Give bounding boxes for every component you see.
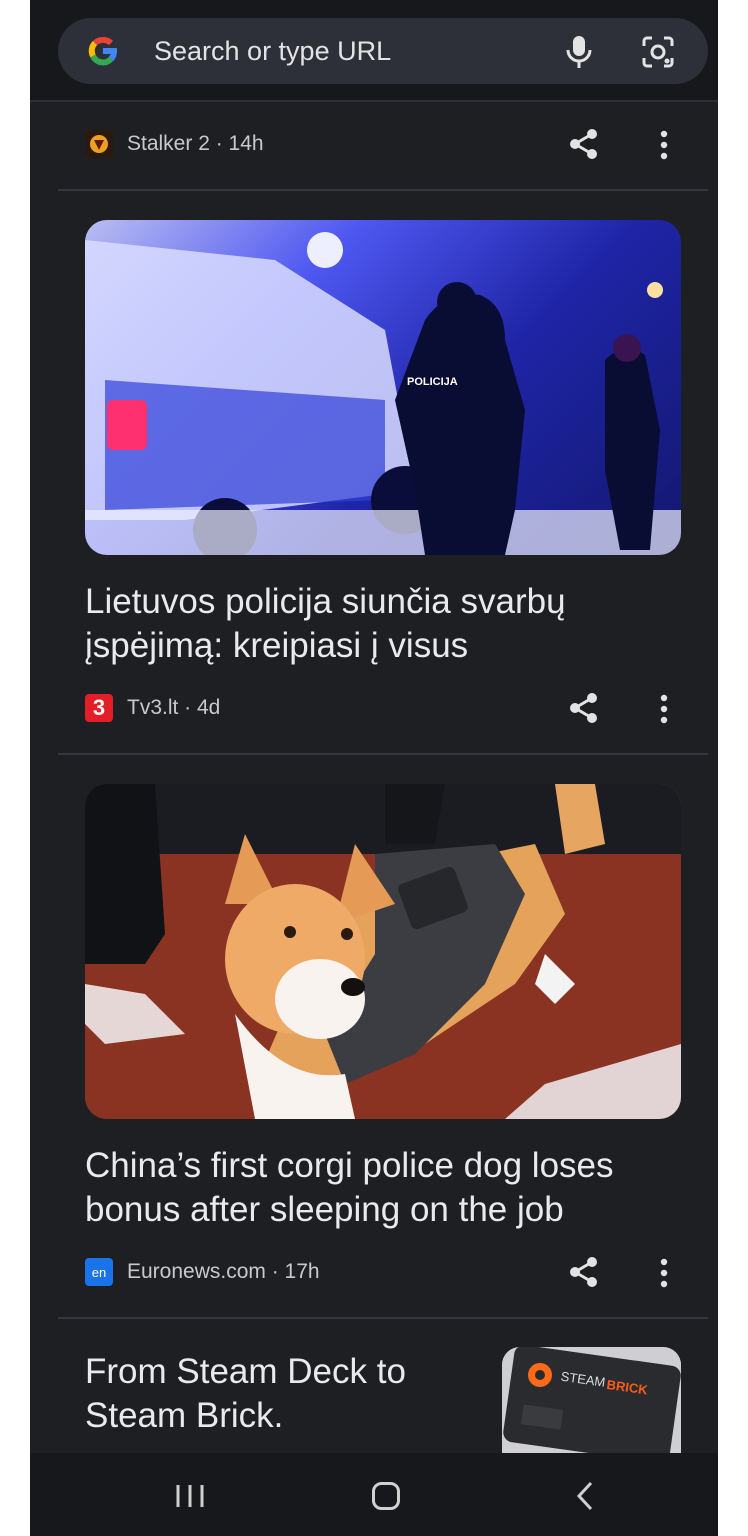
more-options-icon[interactable] xyxy=(658,694,670,724)
tv3-source-icon: 3 xyxy=(85,694,113,722)
headline-corgi[interactable]: China’s first corgi police dog loses bon… xyxy=(85,1144,685,1232)
card-divider xyxy=(58,753,708,755)
search-placeholder: Search or type URL xyxy=(154,36,392,66)
card-divider xyxy=(58,1317,708,1319)
headline-line: įspėjimą: kreipiasi į visus xyxy=(85,626,469,665)
more-options-icon[interactable] xyxy=(658,130,670,160)
share-icon[interactable] xyxy=(568,128,600,160)
source-time-text: Euronews.com · 17h xyxy=(127,1260,320,1283)
google-g-icon xyxy=(88,37,117,66)
headline-line: China’s first corgi police dog loses xyxy=(85,1146,614,1185)
source-time-text: Tv3.lt · 4d xyxy=(127,696,221,719)
headline-steam-brick[interactable]: From Steam Deck to Steam Brick. xyxy=(85,1350,485,1438)
headline-line: bonus after sleeping on the job xyxy=(85,1190,564,1229)
system-navigation-bar xyxy=(30,1453,718,1536)
police-vest-label: POLICIJA xyxy=(407,376,458,388)
share-icon[interactable] xyxy=(568,1256,600,1288)
source-time-text: Stalker 2 · 14h xyxy=(127,132,264,155)
top-bar: Search or type URL xyxy=(30,0,718,102)
headline-line: Steam Brick. xyxy=(85,1396,284,1435)
stalker-source-icon xyxy=(85,130,113,158)
headline-line: Lietuvos policija siunčia svarbų xyxy=(85,582,566,621)
more-options-icon[interactable] xyxy=(658,1258,670,1288)
euronews-source-icon: en xyxy=(85,1258,113,1286)
search-box[interactable]: Search or type URL xyxy=(58,18,708,84)
home-icon[interactable] xyxy=(371,1481,401,1511)
corgi-police-dog-image[interactable] xyxy=(85,784,681,1119)
back-icon[interactable] xyxy=(575,1481,595,1511)
microphone-icon[interactable] xyxy=(562,34,596,70)
recent-apps-icon[interactable] xyxy=(174,1483,206,1509)
share-icon[interactable] xyxy=(568,692,600,724)
police-at-night-image[interactable]: POLICIJA xyxy=(85,220,681,555)
card-divider xyxy=(58,189,708,191)
camera-lens-icon[interactable] xyxy=(640,34,676,70)
browser-window: Search or type URL Stalker 2 · 14h POLIC… xyxy=(30,0,718,1536)
headline-police[interactable]: Lietuvos policija siunčia svarbų įspėjim… xyxy=(85,580,685,668)
card-meta-tv3: 3 Tv3.lt · 4d xyxy=(85,693,220,723)
card-meta-euronews: en Euronews.com · 17h xyxy=(85,1257,320,1287)
headline-line: From Steam Deck to xyxy=(85,1352,406,1391)
card-meta-stalker: Stalker 2 · 14h xyxy=(85,129,264,159)
steam-brick-thumbnail[interactable]: STEAM BRICK xyxy=(502,1347,681,1453)
